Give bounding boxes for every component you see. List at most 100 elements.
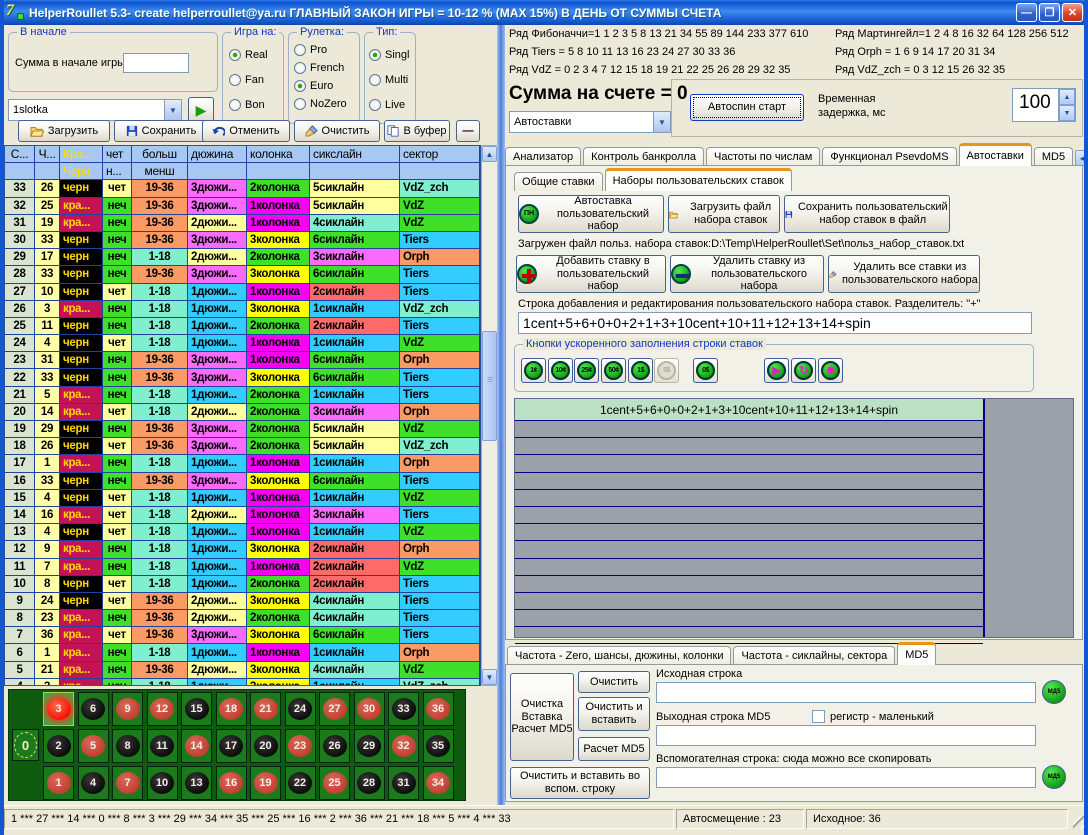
board-cell-13[interactable]: 13 — [181, 766, 212, 800]
md5-calc-button[interactable]: Расчет MD5 — [578, 737, 650, 761]
board-cell-4[interactable]: 4 — [78, 766, 109, 800]
delay-spinner[interactable]: 100 ▲ ▼ — [1012, 88, 1076, 122]
radio-live[interactable]: Live — [369, 99, 405, 111]
table-row[interactable]: 2917черннеч1-182дюжи...2колонка3сиклайнO… — [5, 249, 480, 266]
board-cell-34[interactable]: 34 — [423, 766, 454, 800]
table-row[interactable]: 43кра...неч1-181дюжи...3колонка1сиклайнV… — [5, 679, 480, 686]
table-row[interactable]: 171кра...неч1-181дюжи...1колонка1сиклайн… — [5, 455, 480, 472]
table-row[interactable]: 1416кра...чет1-182дюжи...1колонка3сиклай… — [5, 507, 480, 524]
board-cell-14[interactable]: 14 — [181, 729, 212, 763]
board-cell-9[interactable]: 9 — [112, 692, 143, 726]
table-row[interactable]: 924чернчет19-362дюжи...3колонка4сиклайнT… — [5, 593, 480, 610]
spin-down-icon[interactable]: ▼ — [1059, 105, 1075, 121]
board-cell-16[interactable]: 16 — [216, 766, 247, 800]
save-button[interactable]: Сохранить — [114, 120, 208, 142]
subtab-common-stakes[interactable]: Общие ставки — [514, 172, 603, 191]
scroll-down-icon[interactable]: ▼ — [482, 669, 497, 685]
splitter[interactable] — [497, 25, 505, 805]
board-cell-27[interactable]: 27 — [319, 692, 350, 726]
grid-row-empty[interactable] — [515, 559, 983, 576]
board-cell-28[interactable]: 28 — [354, 766, 385, 800]
board-cell-15[interactable]: 15 — [181, 692, 212, 726]
board-cell-10[interactable]: 10 — [147, 766, 178, 800]
table-row[interactable]: 736кра...чет19-363дюжи...3колонка6сиклай… — [5, 627, 480, 644]
save-set-file-button[interactable]: Сохранить пользовательский набор ставок … — [784, 195, 950, 233]
table-row[interactable]: 215кра...неч1-181дюжи...2колонка1сиклайн… — [5, 387, 480, 404]
table-row[interactable]: 244чернчет1-181дюжи...1колонка1сиклайнVd… — [5, 335, 480, 352]
title-bar[interactable]: 7 HelperRoullet 5.3- create helperroulle… — [0, 0, 1088, 25]
table-row[interactable]: 108чернчет1-181дюжи...2колонка2сиклайнTi… — [5, 576, 480, 593]
table-row[interactable]: 521кра...неч19-362дюжи...3колонка4сиклай… — [5, 662, 480, 679]
table-row[interactable]: 154чернчет1-181дюжи...1колонка1сиклайнVd… — [5, 490, 480, 507]
table-row[interactable]: 263кра...неч1-181дюжи...3колонка1сиклайн… — [5, 301, 480, 318]
board-cell-0[interactable]: 0 — [12, 729, 39, 761]
tab-autostakes[interactable]: Автоставки — [959, 143, 1032, 166]
grid-row-empty[interactable] — [515, 576, 983, 593]
board-cell-22[interactable]: 22 — [285, 766, 316, 800]
stake-set-grid[interactable]: 1cent+5+6+0+0+2+1+3+10cent+10+11+12+13+1… — [514, 398, 1074, 638]
coin-button-50¢[interactable]: 50¢ — [601, 358, 626, 383]
board-cell-7[interactable]: 7 — [112, 766, 143, 800]
load-set-file-button[interactable]: Загрузить файл набора ставок — [668, 195, 780, 233]
board-cell-24[interactable]: 24 — [285, 692, 316, 726]
resize-grip[interactable] — [1073, 816, 1086, 829]
refresh-button[interactable]: ↻ — [791, 358, 816, 383]
radio-pro[interactable]: Pro — [294, 44, 327, 56]
undo-button[interactable]: Отменить — [202, 120, 290, 142]
close-icon[interactable]: ✕ — [1062, 3, 1083, 22]
table-row[interactable]: 2511черннеч1-181дюжи...2колонка2сиклайнT… — [5, 318, 480, 335]
load-button[interactable]: Загрузить — [18, 120, 110, 142]
md5-clear-paste-aux-button[interactable]: Очистить и вставить во вспом. строку — [510, 767, 650, 799]
radio-fan[interactable]: Fan — [229, 74, 264, 86]
board-cell-30[interactable]: 30 — [354, 692, 385, 726]
md5-lowercase-checkbox[interactable] — [812, 710, 825, 723]
board-cell-21[interactable]: 21 — [250, 692, 281, 726]
chevron-down-icon[interactable]: ▼ — [653, 112, 670, 132]
grid-row-empty[interactable] — [515, 421, 983, 438]
tab-analizator[interactable]: Анализатор — [505, 147, 581, 166]
tab-md5-bottom[interactable]: MD5 — [897, 642, 936, 665]
tab-frequencies[interactable]: Частоты по числам — [706, 147, 820, 166]
md5-clear-paste-button[interactable]: Очистить и вставить — [578, 697, 650, 731]
tab-freq-zero[interactable]: Частота - Zero, шансы, дюжины, колонки — [507, 646, 731, 665]
autospin-start-button[interactable]: Автоспин старт — [690, 94, 804, 121]
grid-row-empty[interactable] — [515, 524, 983, 541]
coin-button-0$[interactable]: 0$ — [693, 358, 718, 383]
grid-row-empty[interactable] — [515, 593, 983, 610]
radio-singl[interactable]: Singl — [369, 49, 409, 61]
maximize-icon[interactable]: ❐ — [1039, 3, 1060, 22]
tab-md5[interactable]: MD5 — [1034, 147, 1073, 166]
board-cell-31[interactable]: 31 — [388, 766, 419, 800]
coin-button-10¢[interactable]: 10¢ — [548, 358, 573, 383]
delete-stake-button[interactable]: Удалить ставку из пользовательского набо… — [670, 255, 824, 293]
autostakes-combo[interactable]: Автоставки▼ — [509, 111, 671, 133]
spin-button[interactable]: ✸ — [818, 358, 843, 383]
table-row[interactable]: 1633черннеч19-363дюжи...3колонка6сиклайн… — [5, 473, 480, 490]
board-cell-12[interactable]: 12 — [147, 692, 178, 726]
board-cell-1[interactable]: 1 — [43, 766, 74, 800]
board-cell-11[interactable]: 11 — [147, 729, 178, 763]
board-cell-23[interactable]: 23 — [285, 729, 316, 763]
md5-clear-button[interactable]: Очистить — [578, 671, 650, 693]
table-scrollbar[interactable]: ▲ ▼ — [481, 145, 498, 686]
board-cell-2[interactable]: 2 — [43, 729, 74, 763]
md5-run-icon[interactable]: МД5 — [1042, 680, 1066, 704]
table-row[interactable]: 2014кра...чет1-182дюжи...2колонка3сиклай… — [5, 404, 480, 421]
radio-bon[interactable]: Bon — [229, 99, 265, 111]
board-cell-5[interactable]: 5 — [78, 729, 109, 763]
table-row[interactable]: 3119кра...неч19-362дюжи...1колонка4сикла… — [5, 215, 480, 232]
clear-button[interactable]: Очистить — [294, 120, 380, 142]
table-row[interactable]: 129кра...неч1-181дюжи...3колонка2сиклайн… — [5, 541, 480, 558]
table-row[interactable]: 2833черннеч19-363дюжи...3колонка6сиклайн… — [5, 266, 480, 283]
md5-source-input[interactable] — [656, 682, 1036, 703]
table-row[interactable]: 2710чернчет1-181дюжи...1колонка2сиклайнT… — [5, 284, 480, 301]
board-cell-36[interactable]: 36 — [423, 692, 454, 726]
table-row[interactable]: 1826чернчет19-363дюжи...2колонка5сиклайн… — [5, 438, 480, 455]
coin-button-1¢[interactable]: 1¢ — [521, 358, 546, 383]
subtab-user-sets[interactable]: Наборы пользовательских ставок — [605, 168, 792, 191]
board-cell-32[interactable]: 32 — [388, 729, 419, 763]
grid-row-stake-set[interactable]: 1cent+5+6+0+0+2+1+3+10cent+10+11+12+13+1… — [515, 399, 983, 421]
play-button[interactable]: ▶ — [764, 358, 789, 383]
coin-button-25¢[interactable]: 25¢ — [574, 358, 599, 383]
radio-multi[interactable]: Multi — [369, 74, 408, 86]
